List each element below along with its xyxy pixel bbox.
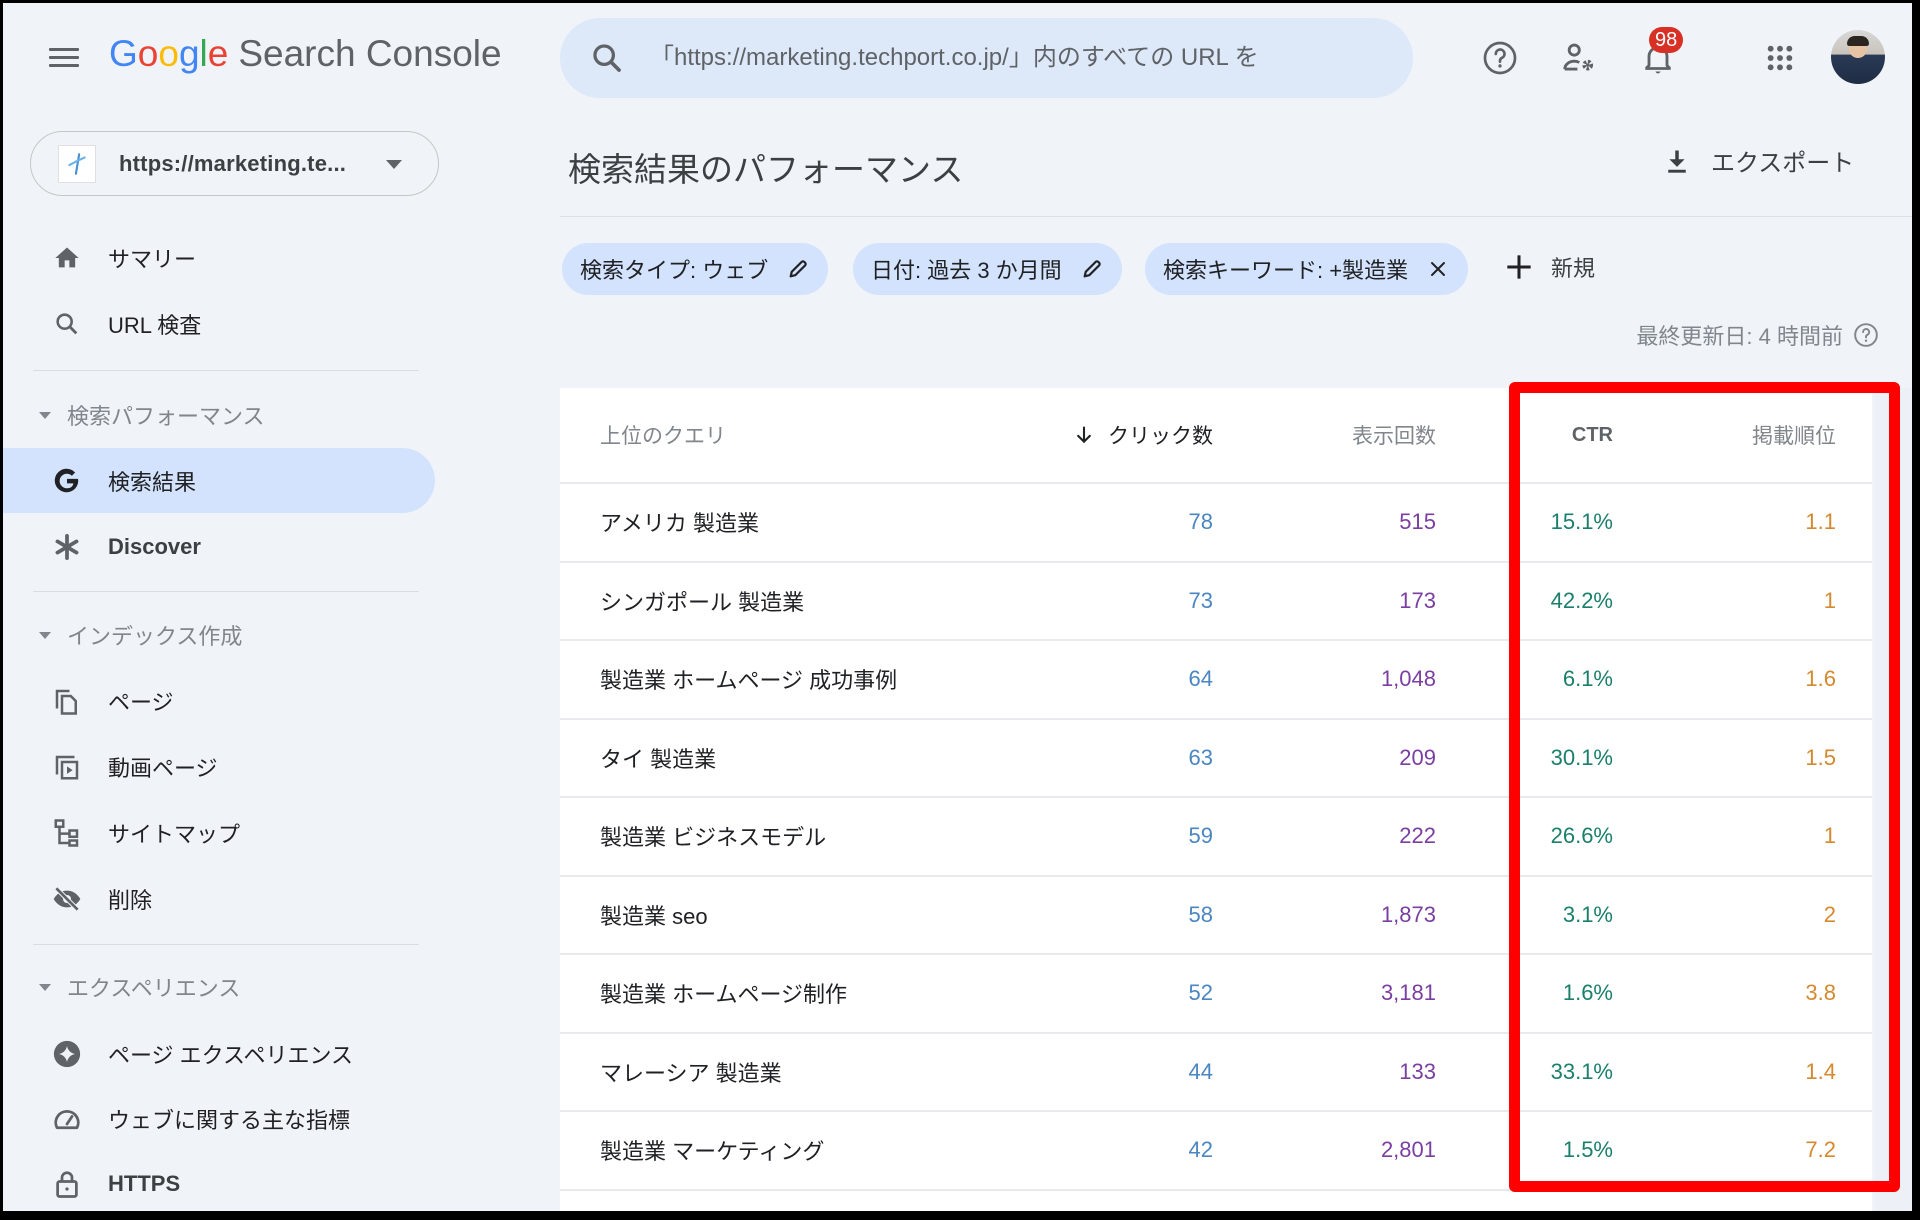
- collapse-arrow-icon: [39, 983, 51, 991]
- sidebar-item-pages[interactable]: ページ: [3, 668, 435, 733]
- table-header-row: 上位のクエリ クリック数 表示回数 CTR 掲載順位: [560, 388, 1872, 484]
- pages-icon: [51, 685, 83, 717]
- apps-grid-icon[interactable]: [1759, 37, 1801, 79]
- search-console-window: GoogleSearch Console 98 https://marketin…: [3, 3, 1912, 1211]
- position-cell: 1.4: [1805, 1058, 1836, 1084]
- collapse-arrow-icon: [39, 411, 51, 419]
- table-row[interactable]: アメリカ 製造業 78 515 15.1% 1.1: [560, 484, 1872, 563]
- notifications-icon[interactable]: 98: [1637, 27, 1684, 79]
- collapse-arrow-icon: [39, 631, 51, 639]
- sidebar-item-removals[interactable]: 削除: [3, 866, 435, 931]
- sidebar-item-summary[interactable]: サマリー: [3, 225, 435, 290]
- position-cell: 2: [1823, 901, 1836, 927]
- help-icon[interactable]: [1479, 37, 1521, 79]
- position-cell: 7.2: [1805, 1137, 1836, 1163]
- property-favicon: [58, 144, 96, 183]
- lock-icon: [51, 1168, 83, 1200]
- google-g-icon: [51, 465, 83, 497]
- dropdown-caret-icon: [386, 160, 402, 169]
- search-input[interactable]: [650, 44, 1350, 72]
- asterisk-icon: [51, 531, 83, 563]
- help-icon[interactable]: [1853, 322, 1879, 348]
- video-pages-icon: [51, 751, 83, 783]
- sidebar-item-sitemaps[interactable]: サイトマップ: [3, 800, 435, 865]
- sidebar-item-https[interactable]: HTTPS: [3, 1151, 435, 1211]
- table-row[interactable]: 製造業 ホームページ制作 52 3,181 1.6% 3.8: [560, 955, 1872, 1034]
- product-name: Search Console: [238, 33, 502, 74]
- table-row[interactable]: シンガポール 製造業 73 173 42.2% 1: [560, 563, 1872, 641]
- section-experience[interactable]: エクスペリエンス: [39, 967, 240, 1007]
- plus-icon: [1507, 255, 1531, 279]
- table-row[interactable]: マレーシア 製造業 44 133 33.1% 1.4: [560, 1034, 1872, 1112]
- url-inspect-search-bar[interactable]: [560, 18, 1413, 98]
- sidebar-item-core-web-vitals[interactable]: ウェブに関する主な指標: [3, 1086, 435, 1151]
- property-selector[interactable]: https://marketing.te...: [30, 131, 439, 196]
- sidebar-item-video-pages[interactable]: 動画ページ: [3, 734, 435, 799]
- google-search-console-logo[interactable]: Google Search Console: [109, 33, 502, 75]
- position-cell: 1.5: [1805, 744, 1836, 770]
- edit-pencil-icon[interactable]: [1080, 257, 1104, 281]
- table-row[interactable]: 製造業 ビジネスモデル 59 222 26.6% 1: [560, 798, 1872, 877]
- visibility-off-icon: [51, 883, 83, 915]
- sidebar-item-url-inspection[interactable]: URL 検査: [3, 291, 435, 356]
- search-icon: [51, 308, 83, 340]
- column-header-position[interactable]: 掲載順位: [560, 388, 1836, 482]
- home-icon: [51, 242, 83, 274]
- edit-pencil-icon[interactable]: [786, 257, 810, 281]
- account-avatar[interactable]: [1831, 30, 1885, 84]
- page-title: 検索結果のパフォーマンス: [568, 151, 964, 188]
- section-indexing[interactable]: インデックス作成: [39, 615, 242, 655]
- table-row[interactable]: タイ 製造業 63 209 30.1% 1.5: [560, 720, 1872, 798]
- table-row[interactable]: 製造業 ホームページ 成功事例 64 1,048 6.1% 1.6: [560, 641, 1872, 720]
- page-experience-icon: [51, 1038, 83, 1070]
- sidebar-item-search-results[interactable]: 検索結果: [3, 448, 435, 513]
- position-cell: 3.8: [1805, 980, 1836, 1006]
- filter-chip-date[interactable]: 日付: 過去 3 か月間: [853, 243, 1122, 295]
- sidebar-divider: [33, 370, 419, 371]
- speed-gauge-icon: [51, 1103, 83, 1135]
- table-scrollbar-track[interactable]: [1875, 388, 1912, 1211]
- menu-icon[interactable]: [47, 43, 81, 77]
- sidebar-item-discover[interactable]: Discover: [3, 514, 435, 579]
- filter-chip-search-type[interactable]: 検索タイプ: ウェブ: [562, 243, 829, 295]
- table-row[interactable]: 製造業 マーケティング 42 2,801 1.5% 7.2: [560, 1112, 1872, 1191]
- sitemap-icon: [51, 817, 83, 849]
- download-icon: [1668, 150, 1686, 173]
- export-button[interactable]: エクスポート: [1663, 143, 1854, 178]
- last-updated: 最終更新日: 4 時間前: [1636, 319, 1879, 351]
- header-divider: [560, 216, 1912, 217]
- section-search-performance[interactable]: 検索パフォーマンス: [39, 395, 265, 435]
- sidebar-divider: [33, 944, 419, 945]
- position-cell: 1.1: [1805, 509, 1836, 535]
- add-filter-button[interactable]: 新規: [1505, 251, 1595, 283]
- filter-chip-query[interactable]: 検索キーワード: +製造業: [1145, 243, 1469, 295]
- position-cell: 1.6: [1805, 666, 1836, 692]
- manage-users-icon[interactable]: [1558, 37, 1600, 79]
- position-cell: 1: [1823, 587, 1836, 613]
- close-icon[interactable]: [1426, 257, 1450, 281]
- position-cell: 1: [1823, 823, 1836, 849]
- notification-count-badge: 98: [1649, 27, 1684, 53]
- sidebar-divider: [33, 591, 419, 592]
- top-queries-table: 上位のクエリ クリック数 表示回数 CTR 掲載順位 アメリカ 製造業 78 515…: [560, 388, 1872, 1211]
- table-row[interactable]: 製造業 seo 58 1,873 3.1% 2: [560, 877, 1872, 955]
- search-icon: [593, 44, 621, 72]
- sidebar-item-page-experience[interactable]: ページ エクスペリエンス: [3, 1021, 435, 1086]
- property-url: https://marketing.te...: [119, 150, 347, 176]
